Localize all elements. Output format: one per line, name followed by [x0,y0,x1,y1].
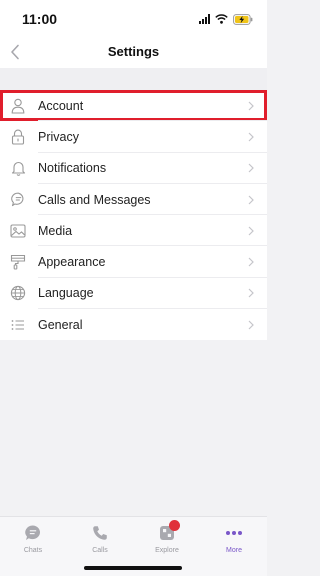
explore-icon [142,520,192,543]
paint-bucket-icon [10,254,26,270]
settings-item-label: General [38,317,83,332]
settings-item-account[interactable]: Account [0,90,267,122]
settings-item-label: Language [38,286,94,301]
settings-item-label: Account [38,98,84,113]
settings-item-label: Appearance [38,255,106,270]
tab-explore[interactable]: Explore [142,520,192,554]
globe-icon [10,285,26,301]
chat-icon [8,523,58,543]
chevron-right-icon [248,257,254,267]
nav-bar: Settings [0,38,267,68]
page-title: Settings [107,44,160,59]
chevron-right-icon [248,288,254,298]
settings-item-language[interactable]: Language [0,278,267,310]
settings-item-calls-and-messages[interactable]: Calls and Messages [0,184,267,216]
status-time: 11:00 [22,11,58,27]
settings-item-privacy[interactable]: Privacy [0,121,267,153]
section-spacer [0,68,267,90]
tab-label: More [226,547,242,554]
battery-icon [233,13,253,25]
settings-item-appearance[interactable]: Appearance [0,246,267,278]
settings-item-label: Media [38,223,73,238]
status-icons [199,13,253,25]
tab-more[interactable]: More [209,523,259,554]
image-icon [10,223,26,239]
tab-label: Explore [155,547,179,554]
tab-chats[interactable]: Chats [8,523,58,554]
chevron-right-icon [248,226,254,236]
chevron-right-icon [248,320,254,330]
settings-item-notifications[interactable]: Notifications [0,153,267,184]
home-indicator [84,566,182,570]
lock-icon [10,129,26,145]
tab-label: Calls [92,547,108,554]
wifi-icon [215,14,228,24]
chat-bubble-icon [10,192,26,208]
tab-label: Chats [23,547,43,554]
bell-icon [10,160,26,177]
settings-list: Account Privacy Notifications Calls and … [0,90,267,341]
chevron-right-icon [248,163,254,173]
settings-item-label: Calls and Messages [38,192,151,207]
settings-item-label: Privacy [38,129,79,144]
signal-icon [199,14,210,24]
settings-item-media[interactable]: Media [0,215,267,247]
status-bar: 11:00 [0,0,267,38]
list-icon [10,317,26,333]
person-icon [10,98,26,114]
tab-calls[interactable]: Calls [75,523,125,554]
chevron-right-icon [248,132,254,142]
settings-item-label: Notifications [38,161,107,176]
settings-item-general[interactable]: General [0,309,267,340]
chevron-right-icon [248,195,254,204]
more-icon [209,523,259,543]
notification-badge [169,520,180,531]
chevron-right-icon [248,101,254,111]
phone-icon [75,523,125,543]
